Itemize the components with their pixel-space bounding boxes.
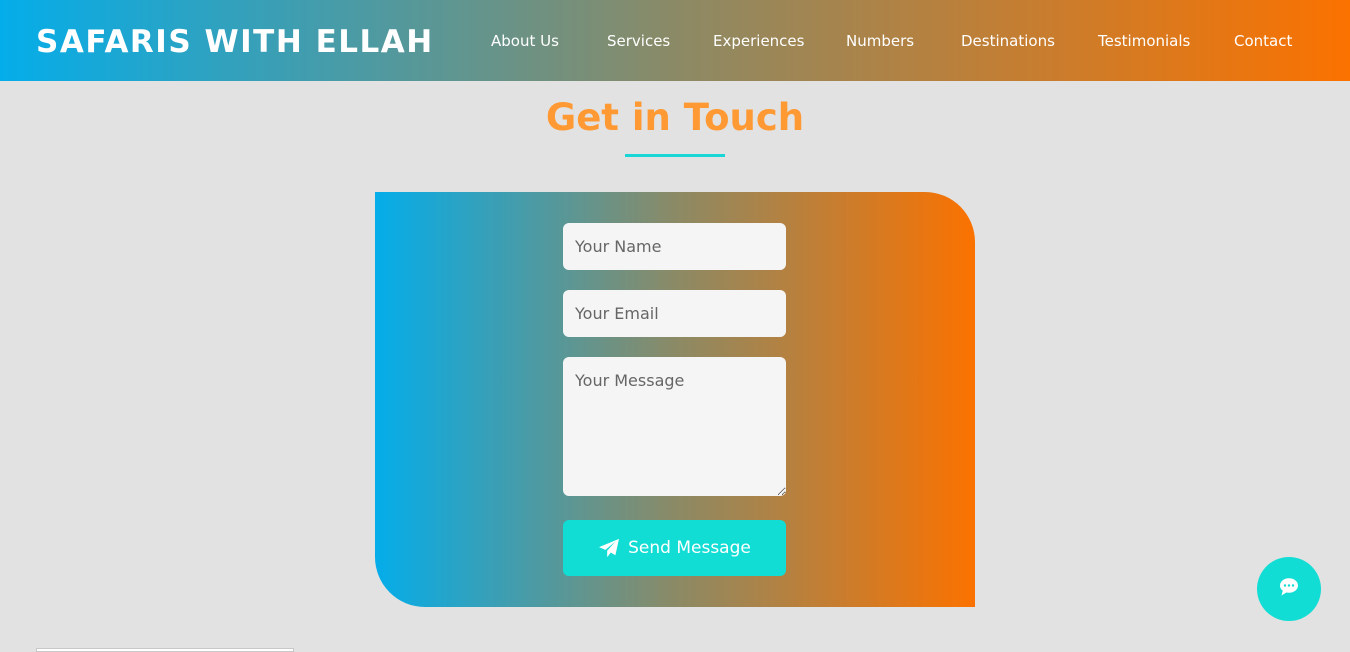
message-textarea[interactable] (563, 357, 786, 496)
paper-plane-icon (598, 538, 620, 558)
brand-logo-text[interactable]: SAFARIS WITH ELLAH (36, 24, 434, 60)
nav-item-testimonials[interactable]: Testimonials (1098, 31, 1190, 51)
top-nav-bar: SAFARIS WITH ELLAH About Us Services Exp… (0, 0, 1350, 81)
chat-bubble-icon (1278, 577, 1300, 601)
nav-item-services[interactable]: Services (607, 31, 670, 51)
send-message-button[interactable]: Send Message (563, 520, 786, 576)
email-input[interactable] (563, 290, 786, 337)
nav-item-about-us[interactable]: About Us (491, 31, 559, 51)
name-input[interactable] (563, 223, 786, 270)
contact-form: Send Message (375, 192, 975, 607)
bottom-partial-element (36, 648, 294, 652)
heading-underline (625, 154, 725, 157)
send-message-label: Send Message (628, 538, 751, 558)
nav-item-contact[interactable]: Contact (1234, 31, 1292, 51)
nav-item-experiences[interactable]: Experiences (713, 31, 804, 51)
contact-heading: Get in Touch (545, 96, 805, 139)
nav-item-destinations[interactable]: Destinations (961, 31, 1055, 51)
nav-item-numbers[interactable]: Numbers (846, 31, 914, 51)
chat-widget-button[interactable] (1257, 557, 1321, 621)
